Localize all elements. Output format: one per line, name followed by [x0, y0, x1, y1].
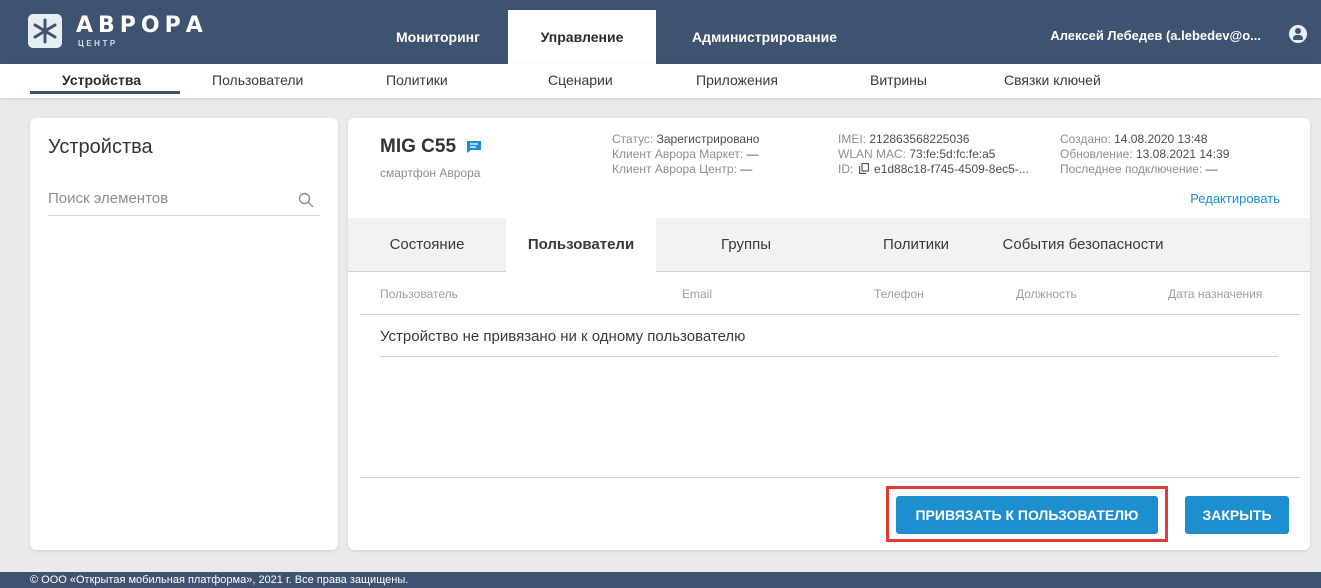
footer-copyright: © ООО «Открытая мобильная платформа», 20…	[0, 572, 1321, 588]
footer-divider	[360, 477, 1300, 478]
logo[interactable]: АВРОРА ЦЕНТР	[28, 10, 228, 54]
panel-title: Устройства	[48, 136, 153, 158]
nav-tab-management[interactable]: Управление	[508, 10, 656, 64]
market-client-label: Клиент Аврора Маркет:	[612, 147, 744, 161]
last-connection-value: —	[1205, 162, 1218, 176]
wlan-value: 73:fe:5d:fc:fe:a5	[909, 147, 996, 161]
column-header-phone[interactable]: Телефон	[874, 287, 924, 301]
created-value: 14.08.2020 13:48	[1114, 132, 1208, 146]
column-header-user[interactable]: Пользователь	[380, 287, 458, 301]
market-client-value: —	[746, 147, 759, 161]
column-header-email[interactable]: Email	[682, 287, 712, 301]
top-bar: АВРОРА ЦЕНТР Мониторинг Управление Админ…	[0, 0, 1321, 64]
status-label: Статус:	[612, 132, 654, 146]
id-value: e1d88c18-f745-4509-8ec5-...	[874, 162, 1029, 176]
device-name: MIG C55	[380, 136, 457, 157]
tab-groups[interactable]: Группы	[656, 218, 836, 272]
aurora-logo-icon	[28, 14, 62, 48]
active-subtab-indicator	[30, 91, 180, 94]
center-client-label: Клиент Аврора Центр:	[612, 162, 737, 176]
subnav-users[interactable]: Пользователи	[212, 72, 303, 88]
row-divider	[380, 356, 1278, 357]
subnav-showcases[interactable]: Витрины	[870, 72, 927, 88]
logo-subtitle: ЦЕНТР	[78, 39, 118, 48]
updated-value: 13.08.2021 14:39	[1135, 147, 1230, 161]
device-dates-block: Создано: 14.08.2020 13:48 Обновление: 13…	[1060, 132, 1229, 177]
bind-to-user-button[interactable]: ПРИВЯЗАТЬ К ПОЛЬЗОВАТЕЛЮ	[896, 496, 1158, 534]
logo-title: АВРОРА	[76, 13, 208, 38]
user-avatar-icon[interactable]	[1289, 25, 1307, 43]
tab-state[interactable]: Состояние	[348, 218, 506, 272]
detail-tabs: Состояние Пользователи Группы Политики С…	[348, 218, 1310, 273]
devices-list-panel: Устройства	[30, 118, 338, 550]
search-input[interactable]	[48, 190, 288, 207]
device-status-block: Статус: Зарегистрировано Клиент Аврора М…	[612, 132, 759, 177]
search-icon[interactable]	[298, 192, 314, 208]
tab-policies[interactable]: Политики	[836, 218, 996, 272]
wlan-label: WLAN MAC:	[838, 147, 907, 161]
user-name[interactable]: Алексей Лебедев (a.lebedev@o...	[1050, 28, 1261, 43]
tab-security-events[interactable]: События безопасности	[988, 218, 1178, 272]
device-ids-block: IMEI: 212863568225036 WLAN MAC: 73:fe:5d…	[838, 132, 1029, 177]
header-divider	[360, 314, 1300, 315]
imei-value: 212863568225036	[869, 132, 970, 146]
copy-icon[interactable]	[858, 163, 869, 174]
center-client-value: —	[740, 162, 753, 176]
column-header-position[interactable]: Должность	[1016, 287, 1077, 301]
imei-label: IMEI:	[838, 132, 867, 146]
message-icon[interactable]	[466, 140, 482, 154]
created-label: Создано:	[1060, 132, 1111, 146]
id-label: ID:	[838, 162, 854, 176]
empty-table-message: Устройство не привязано ни к одному поль…	[380, 328, 746, 345]
tab-users[interactable]: Пользователи	[506, 218, 656, 273]
subnav-devices[interactable]: Устройства	[62, 72, 141, 88]
sub-navigation: Устройства Пользователи Политики Сценари…	[0, 64, 1321, 98]
close-button[interactable]: ЗАКРЫТЬ	[1185, 496, 1289, 534]
search-field[interactable]	[48, 190, 320, 216]
updated-label: Обновление:	[1060, 147, 1133, 161]
subnav-policies[interactable]: Политики	[386, 72, 448, 88]
nav-tab-monitoring[interactable]: Мониторинг	[380, 10, 496, 64]
last-connection-label: Последнее подключение:	[1060, 162, 1203, 176]
edit-link[interactable]: Редактировать	[1190, 191, 1280, 206]
column-header-assign-date[interactable]: Дата назначения	[1168, 287, 1262, 301]
subnav-scenarios[interactable]: Сценарии	[548, 72, 613, 88]
subnav-applications[interactable]: Приложения	[696, 72, 778, 88]
status-value: Зарегистрировано	[656, 132, 760, 146]
subnav-keychains[interactable]: Связки ключей	[1004, 72, 1101, 88]
device-type: смартфон Аврора	[380, 166, 481, 180]
nav-tab-administration[interactable]: Администрирование	[672, 10, 852, 64]
device-detail-panel: MIG C55 смартфон Аврора Статус: Зарегист…	[348, 118, 1310, 550]
